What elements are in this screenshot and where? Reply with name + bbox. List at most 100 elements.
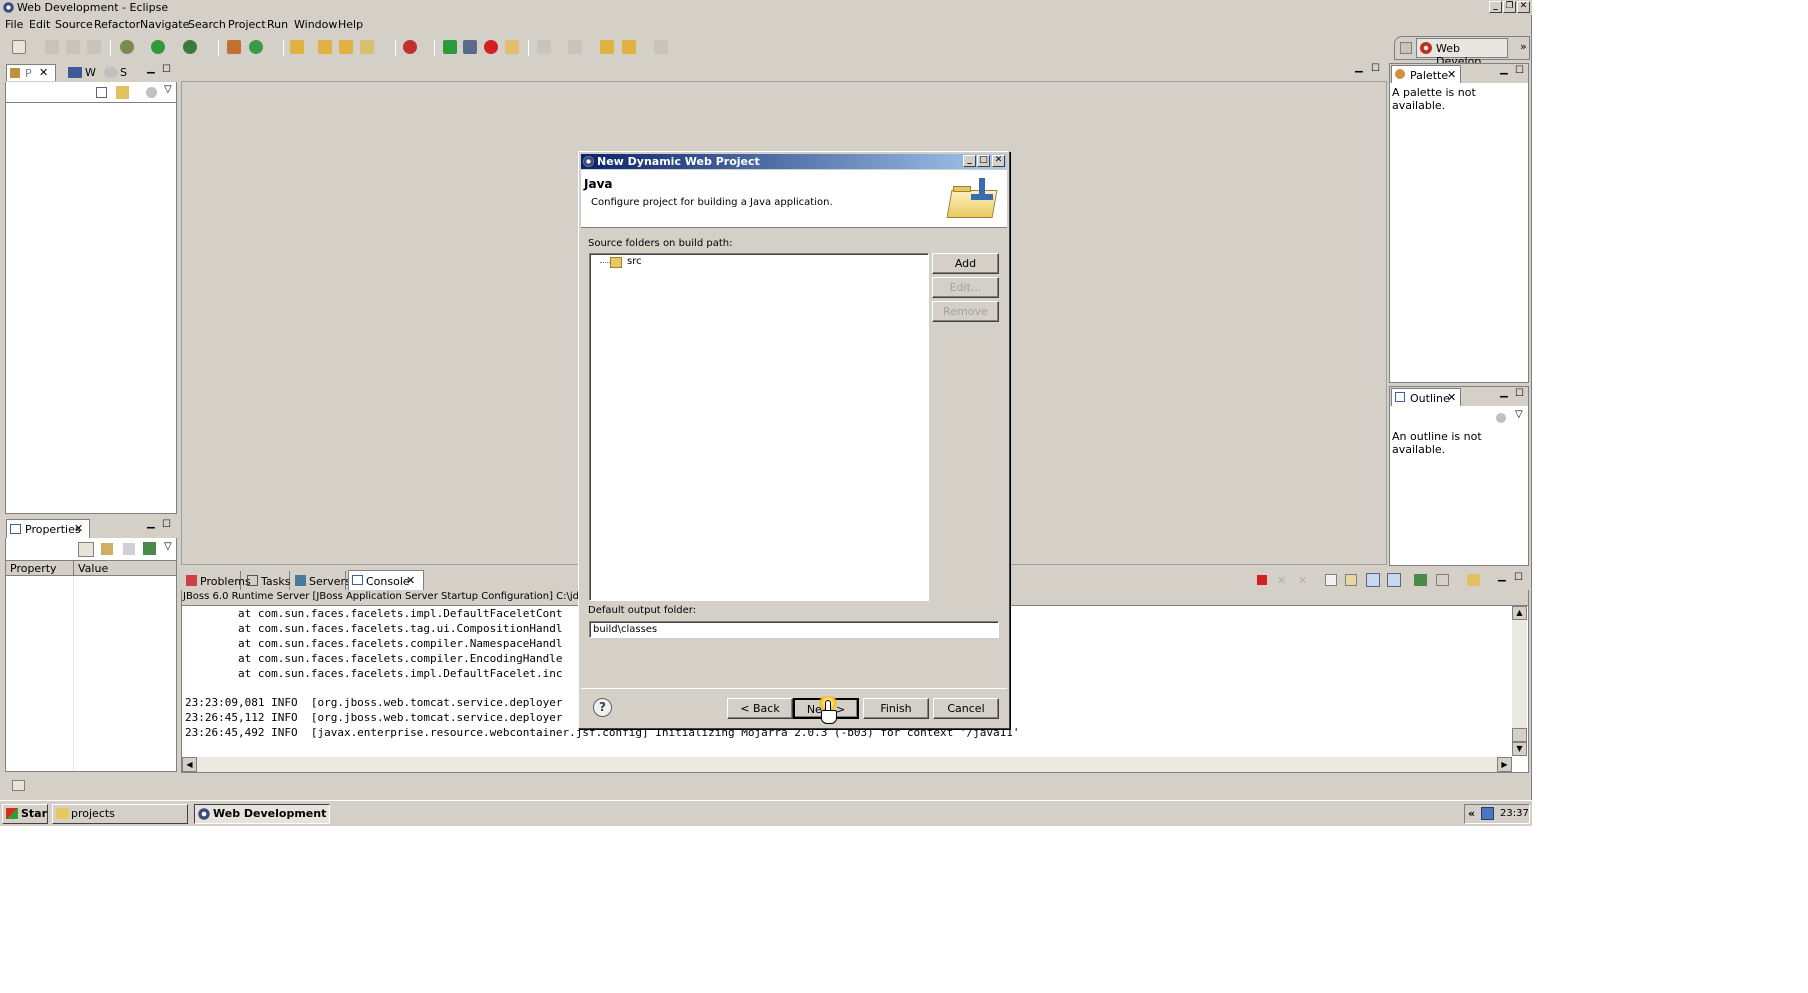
menu-refactor[interactable]: Refactor — [94, 18, 140, 31]
view-menu-icon[interactable]: ▽ — [1515, 409, 1523, 420]
minimize-editor-icon[interactable]: ▁ — [1355, 62, 1363, 73]
maximize-view-icon[interactable]: ☐ — [1515, 388, 1524, 399]
back-arrow-icon[interactable] — [622, 40, 636, 54]
tab-palette[interactable]: Palette ✕ — [1391, 65, 1461, 83]
tab-servers[interactable]: Servers — [292, 571, 351, 590]
start-button[interactable]: Start — [2, 804, 48, 824]
menu-run[interactable]: Run — [267, 18, 288, 31]
cancel-button[interactable]: Cancel — [933, 698, 999, 719]
tab-problems[interactable]: Problems — [183, 571, 251, 590]
scroll-up-arrow[interactable]: ▲ — [1512, 606, 1527, 620]
view-menu-icon[interactable]: ▽ — [164, 541, 172, 552]
add-folder-button[interactable]: Add Folder... — [932, 253, 999, 288]
menu-source[interactable]: Source — [55, 18, 93, 31]
filter-icon[interactable] — [146, 87, 157, 98]
new-icon[interactable] — [12, 40, 26, 54]
publish-icon[interactable] — [505, 40, 519, 54]
search-wand-icon[interactable] — [360, 40, 374, 54]
display-console-icon[interactable] — [1436, 574, 1449, 586]
remove-all-icon[interactable]: ✕ — [1298, 574, 1310, 587]
scroll-thumb[interactable] — [1512, 728, 1527, 742]
scroll-lock-icon[interactable] — [1345, 574, 1357, 586]
edit-button[interactable]: Edit... — [932, 277, 999, 298]
maximize-view-icon[interactable]: ☐ — [162, 519, 171, 530]
start-server-icon[interactable] — [443, 40, 457, 54]
save-all-icon[interactable] — [66, 40, 80, 54]
open-folder-icon[interactable] — [290, 40, 304, 54]
restore-button[interactable]: ❐ — [1503, 1, 1516, 13]
view-menu-icon[interactable]: ▽ — [164, 84, 172, 95]
dialog-minimize-button[interactable]: _ — [963, 155, 976, 167]
minimize-view-icon[interactable]: ▁ — [147, 518, 155, 529]
project-explorer-tree[interactable] — [5, 102, 177, 514]
link-editor-icon[interactable] — [116, 86, 129, 99]
last-edit-icon[interactable] — [600, 40, 614, 54]
dialog-maximize-button[interactable]: □ — [977, 155, 990, 167]
column-property[interactable]: Property — [10, 562, 57, 575]
show-advanced-icon[interactable] — [101, 543, 113, 555]
perspective-web-development[interactable]: Web Develop... — [1416, 38, 1508, 68]
remove-launch-icon[interactable]: ✕ — [1277, 574, 1289, 587]
tab-web[interactable]: W — [85, 66, 96, 79]
debug-gear-icon[interactable] — [120, 40, 134, 54]
show-on-output-icon[interactable] — [1366, 573, 1380, 587]
taskbar-item-eclipse[interactable]: Web Development - E... — [194, 804, 330, 824]
maximize-view-icon[interactable]: ☐ — [162, 64, 171, 75]
close-button[interactable]: ✕ — [1517, 1, 1530, 13]
perspective-more-icon[interactable]: » — [1520, 40, 1527, 53]
web-explorer-icon[interactable] — [68, 67, 82, 78]
menu-search[interactable]: Search — [188, 18, 226, 31]
open-console-icon[interactable] — [1467, 574, 1480, 586]
tab-properties[interactable]: Properties ✕ — [6, 519, 90, 538]
pin-view-icon[interactable] — [143, 542, 156, 555]
dialog-close-button[interactable]: ✕ — [992, 155, 1005, 167]
close-tab-icon[interactable]: ✕ — [406, 574, 415, 587]
maximize-view-icon[interactable]: ☐ — [1515, 65, 1524, 76]
restore-default-icon[interactable] — [123, 543, 135, 555]
debug-server-icon[interactable] — [463, 40, 477, 54]
tab-console[interactable]: Console ✕ — [348, 570, 424, 590]
close-tab-icon[interactable]: ✕ — [1447, 68, 1456, 81]
scroll-left-arrow[interactable]: ◀ — [182, 757, 197, 772]
prev-annotation-icon[interactable] — [568, 40, 582, 54]
minimize-view-icon[interactable]: ▁ — [147, 63, 155, 74]
show-on-error-icon[interactable] — [1387, 573, 1401, 587]
save-icon[interactable] — [45, 40, 59, 54]
next-annotation-icon[interactable] — [537, 40, 551, 54]
terminate-icon[interactable] — [1257, 575, 1267, 585]
menu-window[interactable]: Window — [294, 18, 337, 31]
menu-help[interactable]: Help — [338, 18, 363, 31]
close-tab-icon[interactable]: ✕ — [74, 522, 83, 535]
minimize-view-icon[interactable]: ▁ — [1498, 571, 1506, 582]
finish-button[interactable]: Finish — [863, 698, 929, 719]
taskbar-item-projects[interactable]: projects — [52, 804, 188, 824]
open-perspective-icon[interactable] — [1400, 42, 1412, 54]
network-icon[interactable] — [1481, 807, 1494, 820]
console-vertical-scrollbar[interactable]: ▲ ▼ — [1512, 606, 1527, 756]
back-button[interactable]: < Back — [727, 698, 793, 719]
outline-filter-icon[interactable] — [1496, 413, 1506, 423]
external-tools-icon[interactable] — [183, 40, 197, 54]
run-icon[interactable] — [151, 40, 165, 54]
maximize-editor-icon[interactable]: ☐ — [1371, 63, 1380, 74]
remove-button[interactable]: Remove — [932, 301, 999, 322]
source-folders-tree[interactable]: src — [589, 253, 929, 601]
fast-view-icon[interactable] — [12, 780, 25, 791]
scroll-right-arrow[interactable]: ▶ — [1497, 757, 1512, 772]
menu-file[interactable]: File — [5, 18, 23, 31]
output-folder-input[interactable] — [589, 621, 999, 638]
menu-edit[interactable]: Edit — [29, 18, 50, 31]
tab-tasks[interactable]: Tasks — [244, 571, 290, 590]
open-type-icon[interactable] — [318, 40, 332, 54]
tray-expand-icon[interactable]: « — [1468, 807, 1475, 820]
minimize-view-icon[interactable]: ▁ — [1500, 387, 1508, 398]
close-tab-icon[interactable]: ✕ — [39, 66, 48, 79]
stop-server-icon[interactable] — [484, 40, 498, 54]
close-tab-icon[interactable]: ✕ — [1447, 391, 1456, 404]
menu-project[interactable]: Project — [228, 18, 266, 31]
snippets-icon[interactable] — [104, 67, 118, 78]
annotation-icon[interactable] — [403, 40, 417, 54]
console-horizontal-scrollbar[interactable]: ◀ ▶ — [182, 757, 1512, 772]
help-icon[interactable]: ? — [593, 698, 612, 717]
print-icon[interactable] — [87, 40, 101, 54]
